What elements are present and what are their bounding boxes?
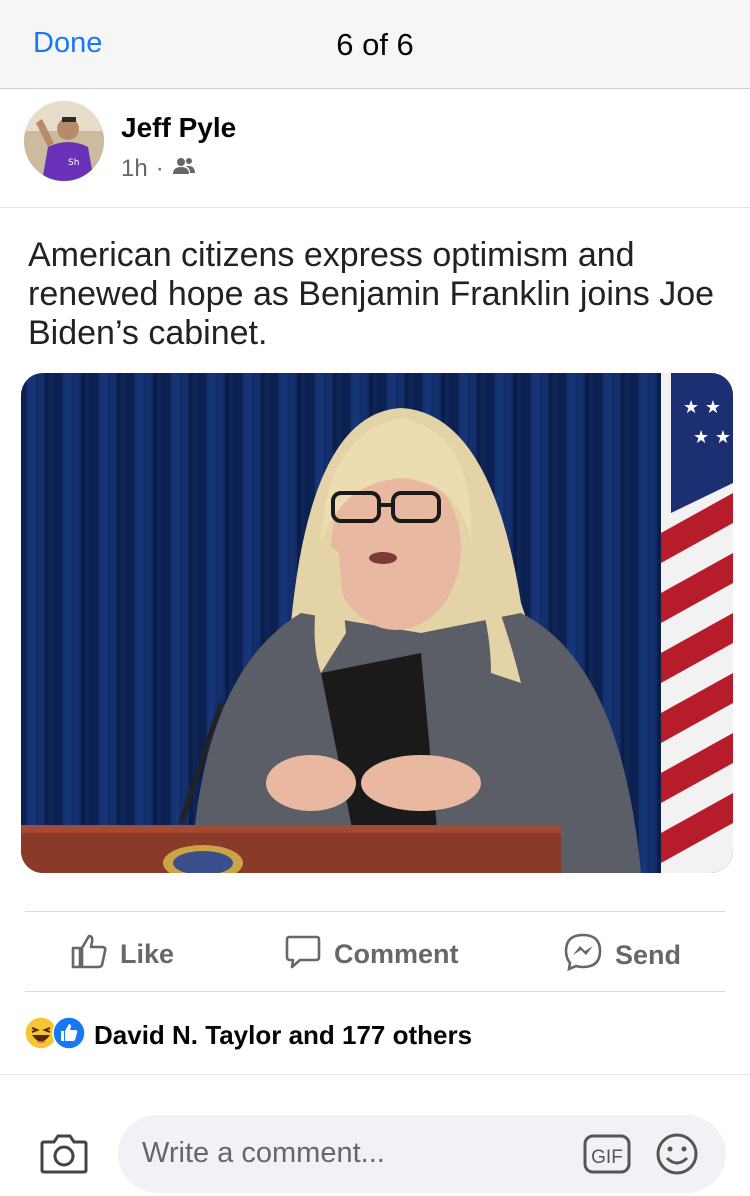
meta-separator: ·: [155, 155, 164, 182]
reactions-summary[interactable]: David N. Taylor and 177 others: [24, 1016, 472, 1055]
gif-button[interactable]: GIF: [583, 1133, 631, 1180]
post-photo[interactable]: ★ ★ ★ ★: [21, 373, 733, 873]
gif-label: GIF: [591, 1147, 623, 1168]
author-name[interactable]: Jeff Pyle: [121, 112, 236, 144]
comment-composer: Write a comment... GIF: [0, 1100, 750, 1196]
photo-viewer-topbar: Done 6 of 6: [0, 0, 750, 89]
send-label: Send: [615, 940, 682, 970]
svg-text:Sh: Sh: [68, 158, 79, 168]
reactions-text: David N. Taylor and 177 others: [94, 1020, 473, 1050]
page-counter: 6 of 6: [336, 27, 414, 62]
post-actions: Like Comment Send: [0, 920, 750, 990]
svg-text:★ ★: ★ ★: [683, 397, 721, 418]
like-reaction-icon: [52, 1016, 86, 1055]
avatar[interactable]: Sh: [24, 101, 104, 181]
like-label: Like: [120, 939, 175, 969]
actions-divider-top: [25, 911, 726, 912]
post-text: American citizens express optimism and r…: [28, 236, 715, 352]
send-button[interactable]: Send: [563, 932, 681, 979]
comment-input[interactable]: Write a comment... GIF: [118, 1115, 726, 1193]
comment-placeholder: Write a comment...: [142, 1137, 385, 1169]
comment-label: Comment: [334, 939, 459, 969]
camera-icon[interactable]: [40, 1132, 88, 1179]
emoji-icon[interactable]: [655, 1132, 699, 1181]
post-meta: 1h ·: [121, 155, 196, 183]
messenger-icon: [563, 932, 603, 979]
composer-divider: [0, 1074, 750, 1075]
svg-text:★ ★: ★ ★: [693, 427, 731, 448]
comment-icon: [284, 932, 322, 977]
like-icon: [70, 932, 108, 977]
comment-button[interactable]: Comment: [284, 932, 459, 977]
friends-icon: [172, 155, 196, 183]
like-button[interactable]: Like: [70, 932, 174, 977]
actions-divider-bottom: [25, 991, 726, 992]
post-header: Sh Jeff Pyle 1h ·: [0, 90, 750, 208]
post-time[interactable]: 1h: [121, 155, 148, 183]
